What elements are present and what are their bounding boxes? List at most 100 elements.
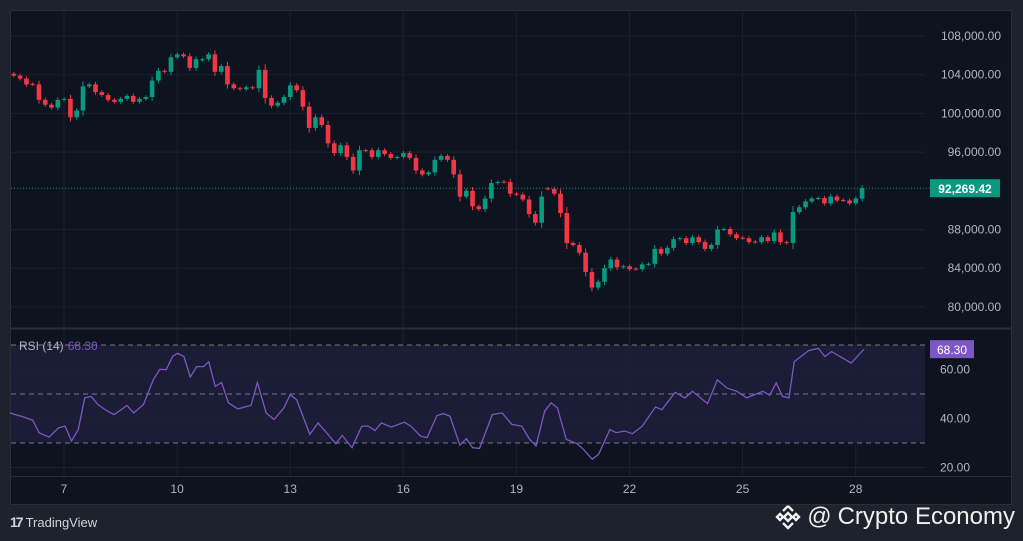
candle-up [288, 85, 293, 97]
candle-up [859, 188, 865, 199]
candle-down [822, 198, 827, 204]
candle-down [784, 242, 790, 244]
candle-up [665, 247, 670, 254]
rsi-tick-label: 60.00 [940, 363, 970, 377]
candle-down [269, 97, 274, 106]
candle-up [709, 244, 714, 249]
candle-down [407, 153, 413, 158]
candle-down [419, 170, 425, 175]
tradingview-logo-icon: 17 [10, 514, 24, 530]
candle-up [671, 239, 676, 248]
candle-down [577, 244, 582, 253]
candle-up [608, 259, 614, 269]
candle-up [602, 268, 607, 282]
candle-up [275, 102, 281, 106]
candle-up [809, 198, 815, 202]
candle-up [143, 96, 149, 99]
candle-down [344, 145, 350, 157]
candle-up [652, 248, 658, 264]
x-tick-label: 13 [284, 482, 298, 496]
candle-down [445, 155, 450, 160]
candle-up [482, 198, 488, 210]
candle-up [715, 229, 720, 245]
candle-down [17, 75, 23, 79]
candle-up [621, 266, 626, 268]
candle-down [740, 237, 746, 239]
watermark-label: Crypto Economy [837, 503, 1015, 530]
candle-up [595, 281, 601, 288]
candle-down [533, 214, 538, 223]
candle-up [149, 80, 155, 97]
candle-down [470, 190, 475, 207]
candle-down [363, 150, 369, 152]
candle-down [570, 243, 576, 245]
candle-up [80, 86, 86, 111]
candle-down [702, 242, 708, 249]
candle-down [457, 174, 463, 197]
price-tick-label: 96,000.00 [948, 145, 1002, 159]
x-tick-label: 22 [623, 482, 637, 496]
binance-diamond-icon [775, 505, 801, 530]
candle-down [49, 104, 54, 108]
price-tick-label: 104,000.00 [941, 68, 1001, 82]
candle-down [545, 188, 551, 190]
x-tick-label: 16 [397, 482, 411, 496]
candle-up [55, 99, 61, 108]
candle-down [476, 206, 482, 210]
candle-up [815, 198, 821, 200]
tradingview-logo[interactable]: 17 TradingView [10, 514, 97, 530]
candle-up [193, 59, 199, 68]
candle-down [306, 106, 312, 128]
candle-up [721, 229, 727, 231]
candle-down [507, 182, 513, 194]
candle-up [61, 98, 67, 100]
tradingview-label: TradingView [25, 514, 98, 530]
candle-down [834, 196, 840, 201]
candle-down [778, 232, 783, 243]
candle-up [200, 59, 205, 61]
candle-down [683, 238, 689, 244]
x-tick-label: 25 [736, 482, 750, 496]
candle-up [771, 232, 777, 242]
x-tick-label: 19 [510, 482, 524, 496]
candle-down [589, 272, 595, 288]
candle-up [677, 238, 683, 240]
price-tick-label: 84,000.00 [948, 261, 1002, 275]
candle-down [225, 65, 230, 85]
price-tick-label: 80,000.00 [948, 300, 1002, 314]
candle-up [790, 212, 796, 244]
crypto-economy-watermark: @ Crypto Economy [775, 503, 1015, 531]
candle-down [231, 84, 237, 89]
candle-up [401, 153, 406, 157]
chart-canvas[interactable]: 7 10 13 16 19 22 25 28 108,000.00 104,000.00 100,0… [0, 0, 1023, 541]
candle-down [847, 200, 852, 204]
rsi-tick-label: 40.00 [940, 412, 970, 426]
candle-down [696, 237, 702, 243]
candle-down [319, 117, 325, 126]
candle-up [375, 150, 381, 157]
candle-up [74, 110, 79, 118]
candle-up [338, 145, 343, 154]
candle-down [350, 156, 356, 171]
candle-down [746, 238, 752, 243]
candle-up [118, 98, 123, 102]
candle-up [432, 159, 438, 173]
x-tick-label: 10 [170, 482, 184, 496]
candle-down [520, 194, 526, 200]
candle-down [564, 213, 570, 244]
candle-up [639, 264, 645, 270]
candle-up [759, 237, 764, 243]
rsi-value-label: 68.30 [937, 343, 967, 357]
candle-down [262, 69, 268, 98]
candle-up [168, 57, 174, 72]
candle-up [313, 117, 318, 128]
candle-up [218, 65, 224, 72]
candle-down [840, 199, 846, 201]
rsi-tick-label: 20.00 [940, 461, 970, 475]
candle-down [765, 237, 771, 242]
candle-up [690, 237, 695, 244]
candle-up [438, 155, 444, 160]
candle-up [281, 96, 287, 103]
price-tick-label: 100,000.00 [941, 106, 1001, 120]
candle-down [105, 95, 111, 100]
